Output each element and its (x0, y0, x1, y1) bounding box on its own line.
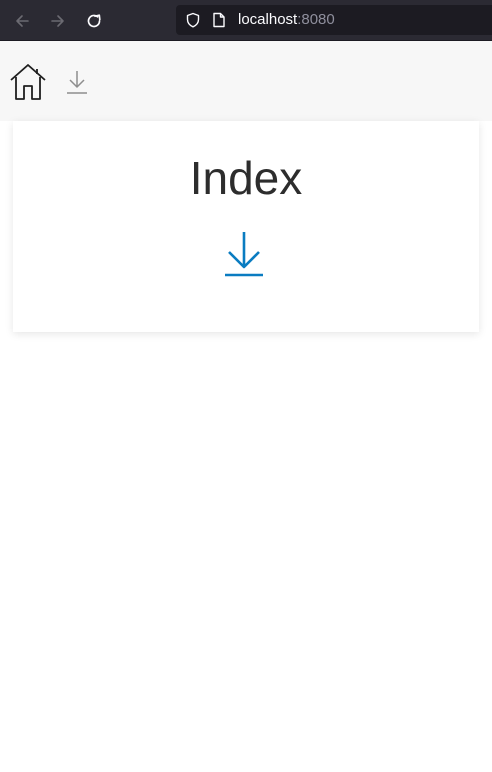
home-link[interactable] (9, 63, 47, 101)
url-port: :8080 (297, 11, 335, 28)
reload-icon (87, 14, 101, 28)
home-icon (10, 64, 46, 100)
address-bar[interactable]: localhost:8080 (176, 5, 492, 35)
download-button[interactable] (223, 229, 265, 279)
forward-button[interactable] (45, 8, 71, 34)
url-host: localhost (238, 11, 298, 28)
page-header (0, 41, 492, 121)
download-icon (67, 71, 87, 94)
page-title: Index (189, 152, 303, 204)
arrow-left-icon (16, 15, 29, 27)
reload-button[interactable] (81, 8, 107, 34)
shield-icon[interactable] (185, 12, 201, 28)
arrow-right-icon (51, 15, 64, 27)
content-card: Index (13, 121, 479, 332)
download-link-header[interactable] (66, 70, 88, 94)
download-icon (225, 232, 263, 277)
page-icon[interactable] (212, 12, 226, 28)
back-button[interactable] (9, 8, 35, 34)
browser-toolbar: localhost:8080 (0, 0, 492, 41)
url-text[interactable]: localhost:8080 (238, 11, 335, 28)
